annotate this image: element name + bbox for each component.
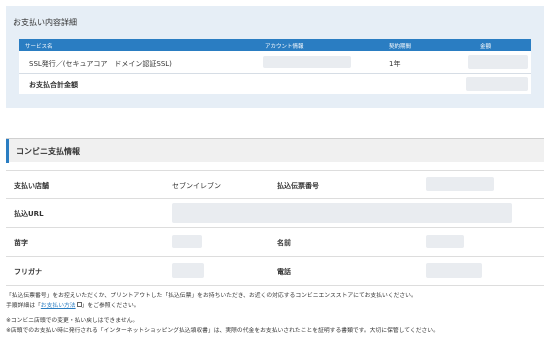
convenience-payment-title: コンビニ支払情報 <box>16 147 80 156</box>
total-row: お支払合計金額 <box>19 74 531 94</box>
payment-notes: 「払込伝票番号」をお控えいただくか、プリントアウトした「払込伝票」をお持ちいただ… <box>6 292 544 336</box>
external-link-icon <box>76 301 82 307</box>
payment-details-table: サービス名 アカウント情報 契約期間 金額 SSL発行／(セキュアコア ドメイン… <box>19 39 531 94</box>
amount-redacted <box>468 55 528 69</box>
table-row: フリガナ 電話 <box>6 257 544 286</box>
column-term: 契約期間 <box>389 44 412 50</box>
phone-redacted <box>426 263 482 278</box>
store-value: セブンイレブン <box>172 182 221 190</box>
table-header: サービス名 アカウント情報 契約期間 金額 <box>19 39 531 51</box>
furigana-label: フリガナ <box>14 268 42 276</box>
slip-number-redacted <box>426 177 494 191</box>
payment-method-link[interactable]: お支払い方法 <box>41 303 76 309</box>
payment-details-title: お支払い内容詳細 <box>13 18 77 27</box>
first-name-redacted <box>426 235 464 248</box>
column-service: サービス名 <box>25 44 53 50</box>
column-account: アカウント情報 <box>265 44 304 50</box>
total-label: お支払合計金額 <box>29 81 78 89</box>
phone-label: 電話 <box>277 268 291 276</box>
store-label: 支払い店舗 <box>14 182 49 190</box>
table-row: 苗字 名前 <box>6 228 544 257</box>
payment-details-panel: お支払い内容詳細 サービス名 アカウント情報 契約期間 金額 SSL発行／(セキ… <box>6 6 544 108</box>
note-line: 「払込伝票番号」をお控えいただくか、プリントアウトした「払込伝票」をお持ちいただ… <box>6 293 417 299</box>
table-row: 支払い店舗 セブンイレブン 払込伝票番号 <box>6 170 544 199</box>
contract-term: 1年 <box>389 60 401 68</box>
payment-url-redacted[interactable] <box>172 203 512 223</box>
payment-url-label: 払込URL <box>14 210 44 218</box>
note-line: ※店頭でのお支払い時に発行される「インターネットショッピング払込領収書」は、実際… <box>6 327 439 334</box>
last-name-redacted <box>172 235 202 248</box>
note-text: 」をご参照ください。 <box>81 302 140 309</box>
account-info-redacted <box>263 56 351 68</box>
note-text: 手順詳細は「 <box>6 302 41 309</box>
last-name-label: 苗字 <box>14 239 28 247</box>
table-row: SSL発行／(セキュアコア ドメイン認証SSL) 1年 <box>19 51 531 74</box>
total-amount-redacted <box>466 77 528 91</box>
header-accent-bar <box>6 139 9 163</box>
slip-number-label: 払込伝票番号 <box>277 182 319 190</box>
note-line: 手順詳細は「お支払い方法 」をご参照ください。 <box>6 301 544 312</box>
convenience-payment-table: 支払い店舗 セブンイレブン 払込伝票番号 払込URL 苗字 名前 フリガナ 電話 <box>6 170 544 286</box>
first-name-label: 名前 <box>277 239 291 247</box>
column-amount: 金額 <box>480 44 492 50</box>
furigana-redacted <box>172 263 204 278</box>
table-row: 払込URL <box>6 199 544 228</box>
convenience-payment-header: コンビニ支払情報 <box>6 138 544 163</box>
service-name: SSL発行／(セキュアコア ドメイン認証SSL) <box>29 60 172 68</box>
note-line: ※コンビニ店頭での変更・払い戻しはできません。 <box>6 318 139 324</box>
